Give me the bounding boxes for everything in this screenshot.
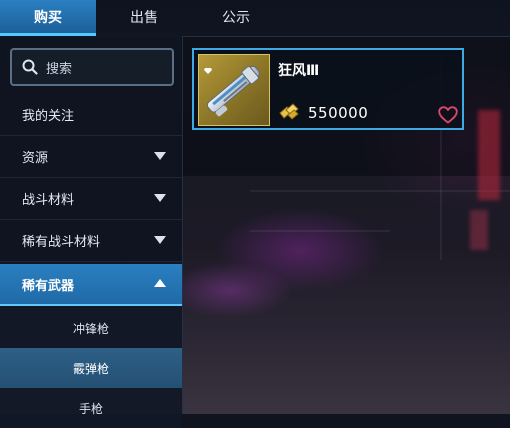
sidebar-item-label: 战斗材料: [22, 193, 75, 208]
sidebar-item-label: 稀有武器: [22, 278, 75, 294]
shotgun-image: [206, 65, 260, 117]
subitem-shotgun[interactable]: 霰弹枪: [0, 348, 182, 388]
weapon-thumbnail: [198, 54, 270, 126]
search-placeholder: 搜索: [46, 61, 73, 77]
listing-card[interactable]: 狂风Ⅲ 550000: [192, 48, 464, 130]
item-price: 550000: [308, 104, 369, 122]
top-tab-bar: 购买 出售 公示: [0, 0, 510, 37]
sidebar-item-resources[interactable]: 资源: [0, 136, 182, 178]
sidebar-item-combat-materials[interactable]: 战斗材料: [0, 178, 182, 220]
tab-sell[interactable]: 出售: [96, 0, 192, 34]
tab-sell-label: 出售: [130, 10, 158, 26]
search-input[interactable]: 搜索: [10, 48, 174, 86]
favorite-heart-icon[interactable]: [438, 106, 458, 124]
sidebar-item-label: 我的关注: [22, 109, 75, 124]
chevron-down-icon: [154, 236, 166, 244]
tab-announce-label: 公示: [222, 10, 250, 26]
category-sidebar: 搜索 我的关注 资源 战斗材料 稀有战斗材料 稀有武器 冲锋枪 霰弹枪 手枪: [0, 36, 183, 428]
background-neon-sign: [478, 110, 500, 200]
sidebar-item-label: 稀有战斗材料: [22, 235, 101, 250]
tab-buy-label: 购买: [34, 10, 62, 26]
tab-buy[interactable]: 购买: [0, 0, 96, 36]
rarity-gem-icon: [204, 59, 212, 74]
subitem-pistol[interactable]: 手枪: [0, 388, 182, 428]
currency-coin-icon: [278, 103, 300, 121]
tab-announce[interactable]: 公示: [188, 0, 284, 34]
subitem-smg[interactable]: 冲锋枪: [0, 308, 182, 348]
chevron-up-icon: [154, 279, 166, 287]
sidebar-item-rare-combat-materials[interactable]: 稀有战斗材料: [0, 220, 182, 262]
sidebar-item-rare-weapons[interactable]: 稀有武器: [0, 264, 182, 306]
sidebar-item-label: 资源: [22, 151, 49, 166]
sidebar-item-favorites[interactable]: 我的关注: [0, 94, 182, 136]
item-name: 狂风Ⅲ: [278, 63, 320, 79]
chevron-down-icon: [154, 152, 166, 160]
subitem-label: 冲锋枪: [72, 321, 109, 336]
background-neon-sign: [470, 210, 488, 250]
chevron-down-icon: [154, 194, 166, 202]
subitem-label: 霰弹枪: [72, 361, 109, 376]
background-line: [250, 230, 390, 232]
background-line: [250, 190, 510, 192]
search-icon: [22, 59, 38, 75]
